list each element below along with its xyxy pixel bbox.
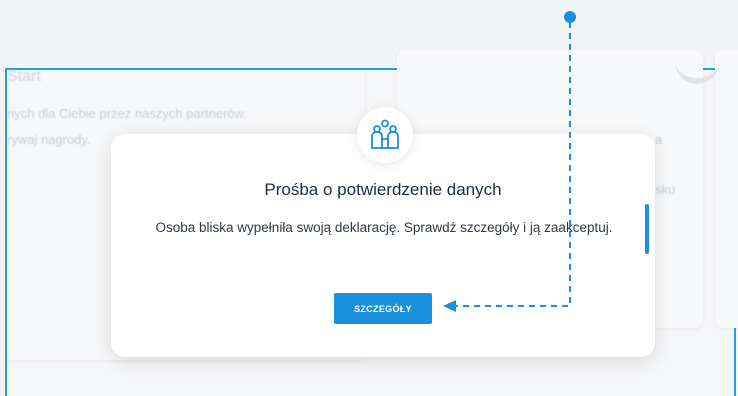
annotation-arrow	[443, 22, 571, 312]
screen: Start nych dla Ciebie przez naszych part…	[0, 0, 738, 396]
